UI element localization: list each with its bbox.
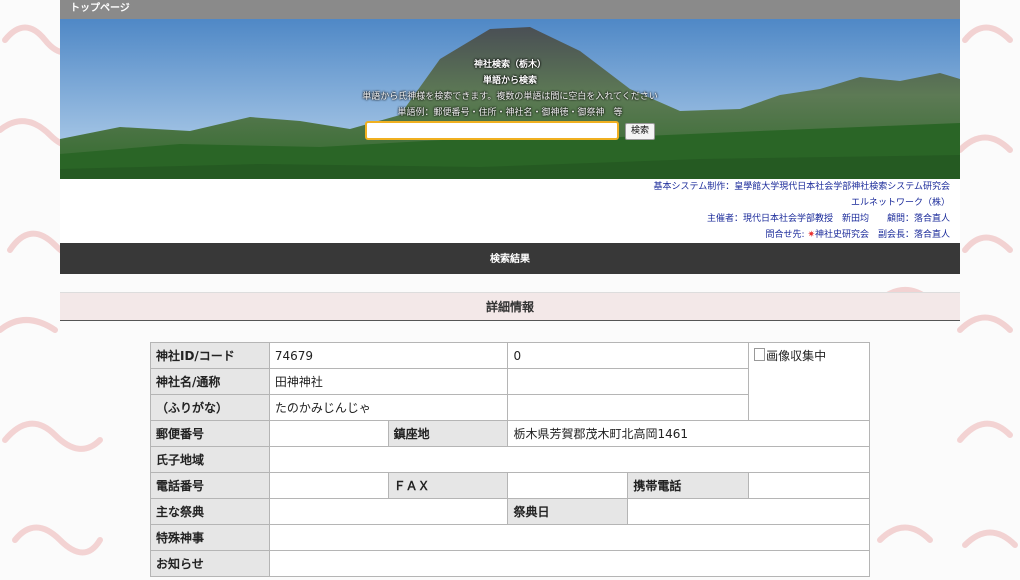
location-value: 栃木県芳賀郡茂木町北高岡1461 <box>507 420 870 447</box>
festival-label: 主な祭典 <box>150 498 270 525</box>
fax-value <box>507 472 629 499</box>
notice-value <box>268 550 871 577</box>
hero-instructions: 単語から氏神様を検索できます。複数の単語は間に空白を入れてください <box>362 92 658 102</box>
detail-bar: 詳細情報 <box>60 292 960 321</box>
furigana-value: たのかみじんじゃ <box>268 394 509 421</box>
shrine-image: 画像収集中 <box>748 342 870 421</box>
top-page-link[interactable]: トップページ <box>60 0 960 19</box>
page-container: トップページ 神社検索（栃木） 単語から検索 単語から氏神様を検索できます。複数… <box>60 0 960 577</box>
contact-link[interactable]: 神社史研究会 副会長：落合直人 <box>815 230 950 240</box>
table-row: 電話番号 ＦＡＸ 携帯電話 <box>150 472 870 499</box>
id-value: 74679 <box>268 342 509 369</box>
table-row: 氏子地域 <box>150 446 871 473</box>
broken-image-icon <box>754 348 766 361</box>
code-value: 0 <box>507 342 750 369</box>
table-row: 特殊神事 <box>150 524 871 551</box>
table-row: 神社ID/コード 74679 0 画像収集中 <box>150 342 870 421</box>
credits-block: 基本システム制作：皇學館大学現代日本社会学部神社検索システム研究会 エルネットワ… <box>60 179 960 243</box>
mobile-label: 携帯電話 <box>627 472 750 499</box>
furigana-extra <box>507 394 750 421</box>
hero-banner: 神社検索（栃木） 単語から検索 単語から氏神様を検索できます。複数の単語は間に空… <box>60 19 960 179</box>
postal-value <box>268 420 389 447</box>
search-button[interactable]: 検索 <box>625 123 655 140</box>
hero-title: 神社検索（栃木） <box>473 60 546 70</box>
furigana-label: （ふりがな） <box>150 394 270 421</box>
search-input[interactable] <box>365 121 619 140</box>
special-value <box>268 524 871 551</box>
phone-label: 電話番号 <box>150 472 270 499</box>
credit-company[interactable]: エルネットワーク（株） <box>60 195 950 211</box>
festival-value <box>268 498 509 525</box>
festival-day-label: 祭典日 <box>507 498 629 525</box>
festival-day-value <box>627 498 870 525</box>
table-row: お知らせ <box>150 550 871 577</box>
id-label: 神社ID/コード <box>150 342 270 369</box>
image-alt-text: 画像収集中 <box>766 349 827 363</box>
name-extra <box>507 368 750 395</box>
ujiko-value <box>268 446 871 473</box>
shrine-detail-table: 神社ID/コード 74679 0 画像収集中 神社名/通称 田神神社 （ふりがな… <box>150 342 871 577</box>
hero-subtitle: 単語から検索 <box>482 76 537 86</box>
fax-label: ＦＡＸ <box>387 472 509 499</box>
location-label: 鎮座地 <box>387 420 509 447</box>
name-value: 田神神社 <box>268 368 509 395</box>
credit-contact: 問合せ先: ✷神社史研究会 副会長：落合直人 <box>60 227 950 243</box>
table-row: 郵便番号 鎮座地 栃木県芳賀郡茂木町北高岡1461 <box>150 420 870 447</box>
phone-value <box>268 472 389 499</box>
notice-label: お知らせ <box>150 550 270 577</box>
star-icon: ✷ <box>807 230 815 240</box>
hero-examples: 単語例：郵便番号・住所・神社名・御神徳・御祭神 等 <box>397 108 623 118</box>
ujiko-label: 氏子地域 <box>150 446 270 473</box>
result-bar: 検索結果 <box>60 243 960 274</box>
table-row: 主な祭典 祭典日 <box>150 498 870 525</box>
mobile-value <box>748 472 870 499</box>
name-label: 神社名/通称 <box>150 368 270 395</box>
postal-label: 郵便番号 <box>150 420 270 447</box>
credit-system[interactable]: 基本システム制作：皇學館大学現代日本社会学部神社検索システム研究会 <box>60 179 950 195</box>
contact-label: 問合せ先: <box>765 230 808 240</box>
special-label: 特殊神事 <box>150 524 270 551</box>
credit-organizer[interactable]: 主催者：現代日本社会学部教授 新田均 顧問：落合直人 <box>60 211 950 227</box>
